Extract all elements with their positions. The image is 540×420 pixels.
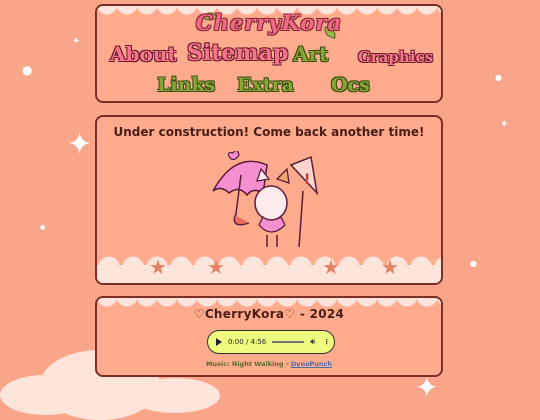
cloud-decoration [130,378,220,413]
nav-graphics[interactable]: Graphics [358,48,433,66]
star-icon: ★ [149,255,167,279]
sparkle-icon: ✦ [500,119,509,130]
star-icon: ★ [381,255,399,279]
construction-message: Under construction! Come back another ti… [113,125,425,139]
audio-player[interactable]: 0:00 / 4:56 🔊︎ ⋮ [207,330,335,354]
svg-text:!: ! [304,172,310,188]
nav-art[interactable]: Art [293,42,328,66]
sparkle-icon: ✦ [67,127,93,162]
credits-prefix: Music: [205,360,230,368]
volume-icon[interactable]: 🔊︎ [310,337,315,347]
nav-ocs[interactable]: Ocs [331,74,370,96]
cloud-decoration [0,375,90,415]
credits-song: Night Walking [231,360,284,368]
dot-icon: ● [495,73,502,82]
nav-extra[interactable]: Extra [237,74,294,96]
nav-links[interactable]: Links [157,74,215,96]
sparkle-icon: ✦ [415,371,439,404]
header-panel: CherryKora About Sitemap Art Graphics Li… [95,4,443,103]
nav-about[interactable]: About [110,42,177,66]
sparkle-icon: ✦ [72,36,81,47]
footer-title: ♡CherryKora♡ - 2024 [193,307,345,321]
audio-time: 0:00 / 4:56 [228,338,267,346]
star-icon: ★ [322,255,340,279]
music-credits: Music: Night Walking - DynoPunch [97,360,441,368]
mascot-illustration: ! [212,151,319,248]
audio-progress-track[interactable] [272,341,305,343]
dot-icon: ● [22,63,33,77]
site-logo[interactable]: CherryKora [97,10,441,35]
dot-icon: ● [470,259,477,268]
play-icon[interactable] [216,338,222,346]
artist-link[interactable]: DynoPunch [291,360,332,368]
credits-separator: - [285,360,289,368]
more-options-icon[interactable]: ⋮ [323,338,330,346]
footer-panel: ♡CherryKora♡ - 2024 0:00 / 4:56 🔊︎ ⋮ Mus… [95,296,443,377]
star-icon: ★ [207,255,225,279]
nav-sitemap[interactable]: Sitemap [187,40,288,66]
construction-panel: Under construction! Come back another ti… [95,115,443,285]
dot-icon: ● [40,224,46,231]
